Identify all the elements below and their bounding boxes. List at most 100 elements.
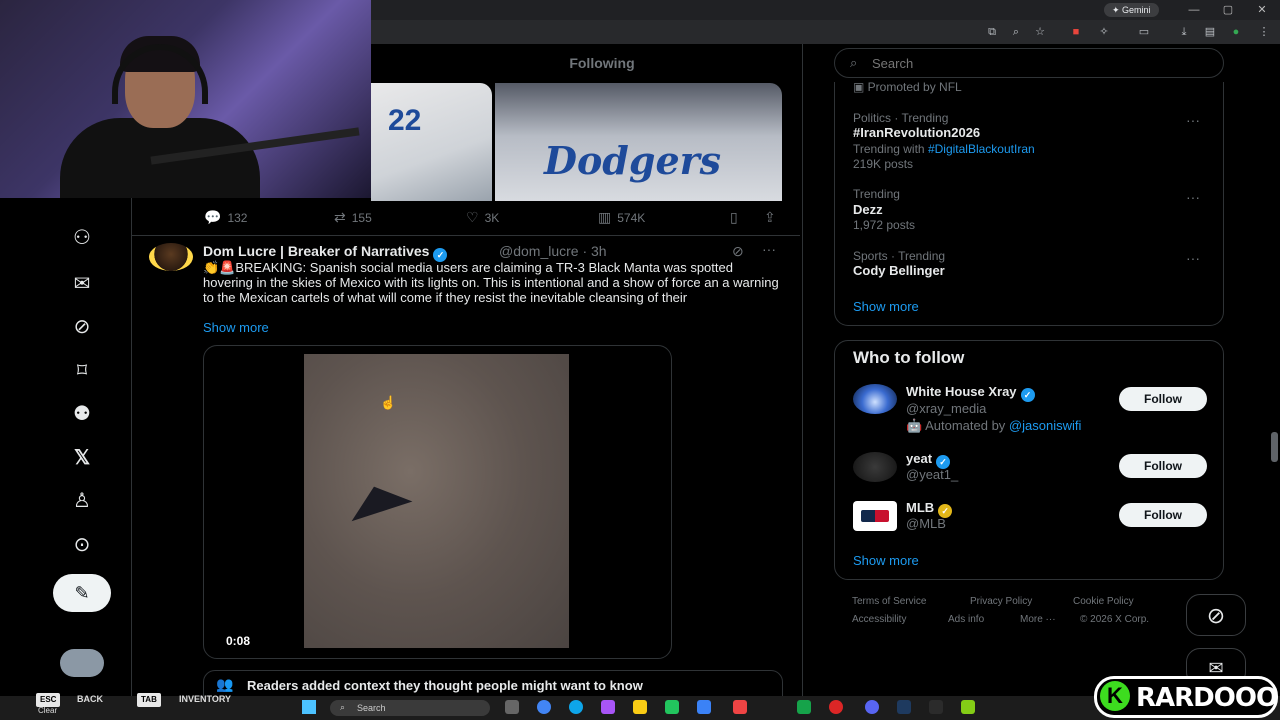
tweet-text: 👏🚨BREAKING: Spanish social media users a… xyxy=(203,260,779,305)
footer-cookie-link[interactable]: Cookie Policy xyxy=(1073,596,1134,607)
feather-icon: ✎ xyxy=(74,583,90,603)
bot-icon: 🤖 xyxy=(906,418,926,433)
youtube-icon[interactable] xyxy=(733,700,747,714)
grok-icon: ⊘ xyxy=(1206,603,1226,628)
trend-title[interactable]: #IranRevolution2026 xyxy=(853,125,980,140)
app-icon[interactable] xyxy=(829,700,843,714)
edge-icon[interactable] xyxy=(569,700,583,714)
profile-icon[interactable]: ● xyxy=(1228,24,1244,40)
bookmarks-icon[interactable]: ⌑ xyxy=(66,355,98,387)
messages-icon[interactable]: ✉ xyxy=(66,268,98,300)
follow-button[interactable]: Follow xyxy=(1119,387,1207,411)
grok-float-button[interactable]: ⊘ xyxy=(1186,594,1246,636)
grok-icon[interactable]: ⊘ xyxy=(732,243,744,260)
taskbar-search[interactable] xyxy=(330,700,490,716)
communities-icon[interactable]: ⚉ xyxy=(66,398,98,430)
gemini-button[interactable]: ✦ Gemini xyxy=(1104,3,1159,17)
tab-following[interactable]: Following xyxy=(372,44,832,82)
footer-privacy-link[interactable]: Privacy Policy xyxy=(970,596,1032,607)
bookmark-star-icon[interactable]: ☆ xyxy=(1032,24,1048,40)
more-options-icon[interactable]: ··· xyxy=(762,241,776,257)
jersey-number: 22 xyxy=(388,104,422,137)
download-icon[interactable]: ⤓ xyxy=(1176,24,1192,40)
steam-icon[interactable] xyxy=(897,700,911,714)
trend-title[interactable]: Dezz xyxy=(853,202,883,217)
follow-name-text: MLB xyxy=(906,500,935,515)
views-button[interactable]: ▥ 574K xyxy=(598,208,645,226)
follow-avatar[interactable] xyxy=(853,384,897,414)
app-icon[interactable] xyxy=(961,700,975,714)
repost-button[interactable]: ⇄ 155 xyxy=(334,208,372,226)
extension-icon[interactable]: ■ xyxy=(1068,24,1084,40)
file-explorer-icon[interactable] xyxy=(633,700,647,714)
search-input[interactable] xyxy=(872,56,1192,71)
show-more-link[interactable]: Show more xyxy=(203,320,269,335)
windows-start-icon[interactable] xyxy=(302,700,316,714)
tweet-photo-left[interactable] xyxy=(371,83,492,201)
close-window-button[interactable]: ✕ xyxy=(1254,2,1270,18)
more-nav-icon[interactable]: ⊙ xyxy=(66,529,98,561)
like-button[interactable]: ♡ 3K xyxy=(466,208,499,226)
inventory-hint: INVENTORY xyxy=(179,694,232,704)
compose-post-button[interactable]: ✎ xyxy=(53,574,111,612)
sidepanel-icon[interactable]: ▭ xyxy=(1136,24,1152,40)
footer-terms-link[interactable]: Terms of Service xyxy=(852,596,926,607)
bookmark-button[interactable]: ▯ xyxy=(730,208,744,226)
page-scrollbar[interactable] xyxy=(1271,432,1278,462)
mouse-cursor-icon: ☝ xyxy=(380,395,397,410)
tweet-video[interactable] xyxy=(304,354,569,648)
people-icon: 👥 xyxy=(216,676,234,692)
task-view-icon[interactable] xyxy=(505,700,519,714)
follow-avatar[interactable] xyxy=(853,501,897,531)
maximize-button[interactable]: ▢ xyxy=(1220,2,1236,18)
cast-icon[interactable]: ⧉ xyxy=(984,24,1000,40)
footer-accessibility-link[interactable]: Accessibility xyxy=(852,614,906,625)
grok-nav-icon[interactable]: ⊘ xyxy=(66,311,98,343)
browser-menu-icon[interactable]: ⋮ xyxy=(1256,24,1272,40)
follow-button[interactable]: Follow xyxy=(1119,454,1207,478)
trend-related-link[interactable]: #DigitalBlackoutIran xyxy=(928,142,1035,156)
follow-button[interactable]: Follow xyxy=(1119,503,1207,527)
trend-more-icon[interactable]: ··· xyxy=(1186,112,1200,128)
author-name-text: Dom Lucre | Breaker of Narratives xyxy=(203,243,430,259)
tab-search-icon[interactable]: ▤ xyxy=(1202,24,1218,40)
reply-button[interactable]: 💬 132 xyxy=(204,208,247,226)
trends-show-more[interactable]: Show more xyxy=(853,299,919,314)
who-to-follow-show-more[interactable]: Show more xyxy=(853,553,919,568)
chrome-icon[interactable] xyxy=(537,700,551,714)
automated-link[interactable]: @jasoniswifi xyxy=(1009,418,1081,433)
bookmark-icon: ▯ xyxy=(730,209,738,225)
minimize-button[interactable]: — xyxy=(1186,2,1202,18)
footer-copyright: © 2026 X Corp. xyxy=(1080,614,1150,625)
trend-title[interactable]: Cody Bellinger xyxy=(853,263,945,278)
zoom-icon[interactable]: ⌕ xyxy=(1008,24,1024,40)
promoted-text: Promoted by NFL xyxy=(867,80,962,94)
footer-ads-link[interactable]: Ads info xyxy=(948,614,984,625)
discord-icon[interactable] xyxy=(865,700,879,714)
x-logo-icon[interactable]: 𝕏 xyxy=(66,442,98,474)
epic-games-icon[interactable] xyxy=(929,700,943,714)
follow-people-icon[interactable]: ⚇ xyxy=(66,222,98,254)
tweet-author-handle[interactable]: @dom_lucre · 3h xyxy=(499,243,607,259)
tweet-author-avatar[interactable] xyxy=(149,243,193,271)
app-icon[interactable] xyxy=(665,700,679,714)
trend-more-icon[interactable]: ··· xyxy=(1186,189,1200,205)
footer-more-link[interactable]: More ··· xyxy=(1020,614,1056,625)
trend-more-icon[interactable]: ··· xyxy=(1186,250,1200,266)
mail-icon[interactable] xyxy=(697,700,711,714)
promoted-label: ▣ Promoted by NFL xyxy=(853,80,962,94)
follow-avatar[interactable] xyxy=(853,452,897,482)
tab-key-hint: TAB xyxy=(137,693,161,707)
who-to-follow-title: Who to follow xyxy=(853,348,965,367)
trend-meta: Sports · Trending xyxy=(853,249,946,263)
mlb-logo-icon xyxy=(861,510,889,522)
follow-name-text: yeat xyxy=(906,451,933,466)
share-button[interactable]: ⇪ xyxy=(764,208,782,226)
extensions-puzzle-icon[interactable]: ✧ xyxy=(1096,24,1112,40)
account-avatar[interactable] xyxy=(60,649,104,677)
xbox-icon[interactable] xyxy=(797,700,811,714)
app-icon[interactable] xyxy=(601,700,615,714)
profile-nav-icon[interactable]: ♙ xyxy=(66,485,98,517)
automated-label: 🤖 Automated by @jasoniswifi xyxy=(906,418,1081,434)
follow-name[interactable]: White House Xray ✓ xyxy=(906,384,1035,402)
